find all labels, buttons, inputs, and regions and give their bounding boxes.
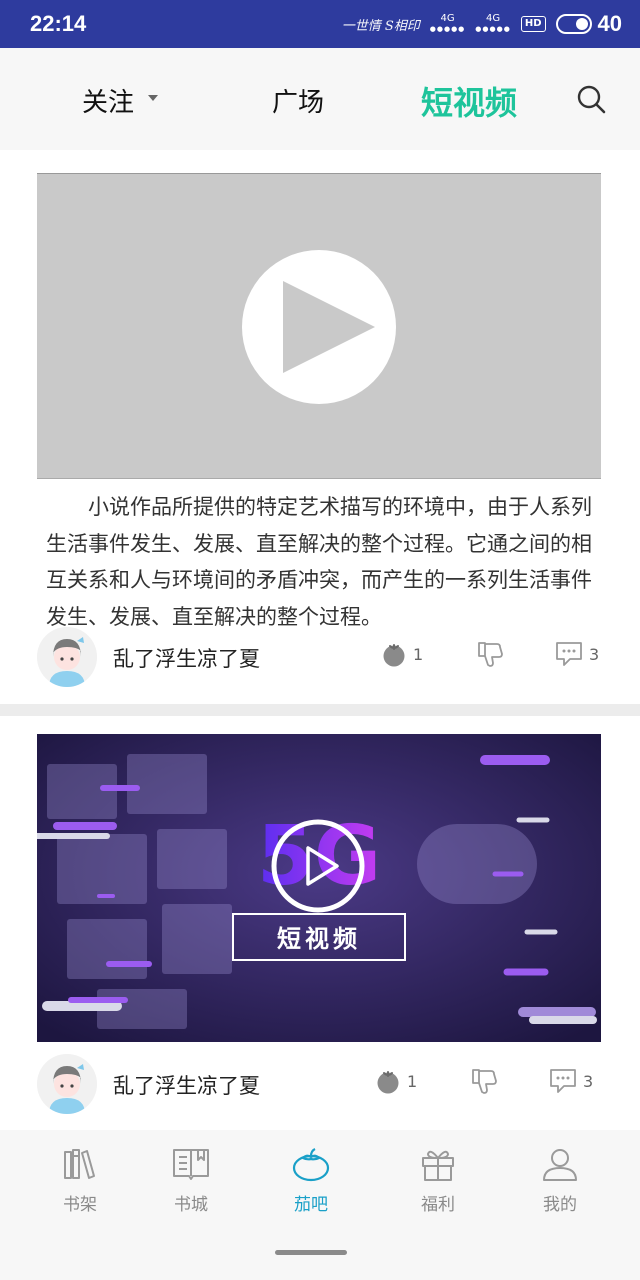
username-2[interactable]: 乱了浮生凉了夏 <box>113 1070 260 1100</box>
signal-icon-2: 4G ●●●●● <box>475 13 511 34</box>
post-meta: 乱了浮生凉了夏 1 3 <box>0 627 640 691</box>
nav-item-bookstore[interactable]: 书城 <box>151 1144 231 1215</box>
status-icons: 一世情 S相印 4G ●●●●● 4G ●●●●● HD 40 <box>342 11 622 37</box>
nav-item-bookshelf[interactable]: 书架 <box>40 1144 120 1215</box>
nav-label-bookshelf: 书架 <box>63 1195 97 1215</box>
tomato-icon <box>377 1071 399 1094</box>
nav-item-mine[interactable]: 我的 <box>520 1144 600 1215</box>
bookshelf-icon <box>64 1149 95 1179</box>
status-decoration: 一世情 S相印 <box>341 18 420 34</box>
signal-icon: 4G ●●●●● <box>429 13 466 34</box>
nav-item-tomato-bar[interactable]: 茄吧 <box>271 1144 351 1215</box>
comment-count[interactable]: 3 <box>555 641 599 667</box>
battery-percent: 40 <box>597 11 622 36</box>
tomato-count[interactable]: 1 <box>381 641 423 667</box>
top-tab-bar: 关注 广场 短视频 <box>0 48 640 178</box>
nav-item-welfare[interactable]: 福利 <box>398 1144 478 1215</box>
comment-count-value-2: 3 <box>583 1071 594 1091</box>
video-thumbnail[interactable] <box>37 173 601 479</box>
tab-short-video[interactable]: 短视频 <box>421 78 517 124</box>
avatar-2[interactable] <box>37 1054 97 1114</box>
nav-label-welfare: 福利 <box>421 1195 455 1215</box>
tomato-icon <box>383 644 405 667</box>
hd-icon: HD <box>520 16 546 32</box>
gift-icon <box>422 1150 454 1181</box>
comment-count-value: 3 <box>589 644 600 664</box>
post-description: 小说作品所提供的特定艺术描写的环境中，由于人系列生活事件发生、发展、直至解决的整… <box>46 495 592 629</box>
card-divider <box>0 704 640 716</box>
comment-icon <box>556 642 582 666</box>
status-bar: 22:14 一世情 S相印 4G ●●●●● 4G ●●●●● HD 40 <box>0 0 640 48</box>
video-caption: 短视频 <box>277 925 361 953</box>
comment-count-2[interactable]: 3 <box>549 1068 593 1094</box>
user-icon <box>543 1149 577 1181</box>
tab-follow-label: 关注 <box>82 88 135 118</box>
video-thumbnail-5g[interactable]: 5G 短视频 <box>37 734 601 1042</box>
battery-icon <box>555 14 592 34</box>
tab-square[interactable]: 广场 <box>272 82 324 119</box>
post-card: 小说作品所提供的特定艺术描写的环境中，由于人系列生活事件发生、发展、直至解决的整… <box>0 150 640 704</box>
dislike-icon[interactable] <box>469 1066 499 1096</box>
post-card-2: 5G 短视频 乱了浮生凉了夏 1 3 <box>0 716 640 1130</box>
home-indicator[interactable] <box>275 1250 347 1255</box>
video-cover-image: 5G 短视频 <box>37 734 601 1042</box>
network-type-2: 4G <box>486 13 501 24</box>
avatar-girl-icon <box>37 627 97 687</box>
comment-icon <box>550 1069 576 1093</box>
network-type-1: 4G <box>440 13 455 24</box>
search-icon[interactable] <box>576 84 606 114</box>
tomato-count-value-2: 1 <box>407 1071 418 1091</box>
avatar[interactable] <box>37 627 97 687</box>
play-icon[interactable] <box>242 250 396 404</box>
caret-down-icon <box>148 94 159 101</box>
status-time: 22:14 <box>30 11 87 36</box>
username[interactable]: 乱了浮生凉了夏 <box>113 643 260 673</box>
post-meta-2: 乱了浮生凉了夏 1 3 <box>0 1054 640 1118</box>
nav-label-mine: 我的 <box>543 1195 577 1215</box>
battery-indicator: 40 <box>555 11 622 37</box>
nav-label-bookstore: 书城 <box>174 1195 208 1215</box>
tomato-count-value: 1 <box>413 644 424 664</box>
tab-follow[interactable]: 关注 <box>82 82 159 119</box>
dislike-icon[interactable] <box>475 639 505 669</box>
avatar-girl-icon <box>37 1054 97 1114</box>
bottom-nav-bar: 书架 书城 茄吧 福利 我的 <box>0 1130 640 1280</box>
tomato-count-2[interactable]: 1 <box>375 1068 417 1094</box>
nav-label-tomato-bar: 茄吧 <box>294 1195 328 1215</box>
tomato-icon <box>292 1148 330 1182</box>
book-icon <box>173 1149 209 1180</box>
